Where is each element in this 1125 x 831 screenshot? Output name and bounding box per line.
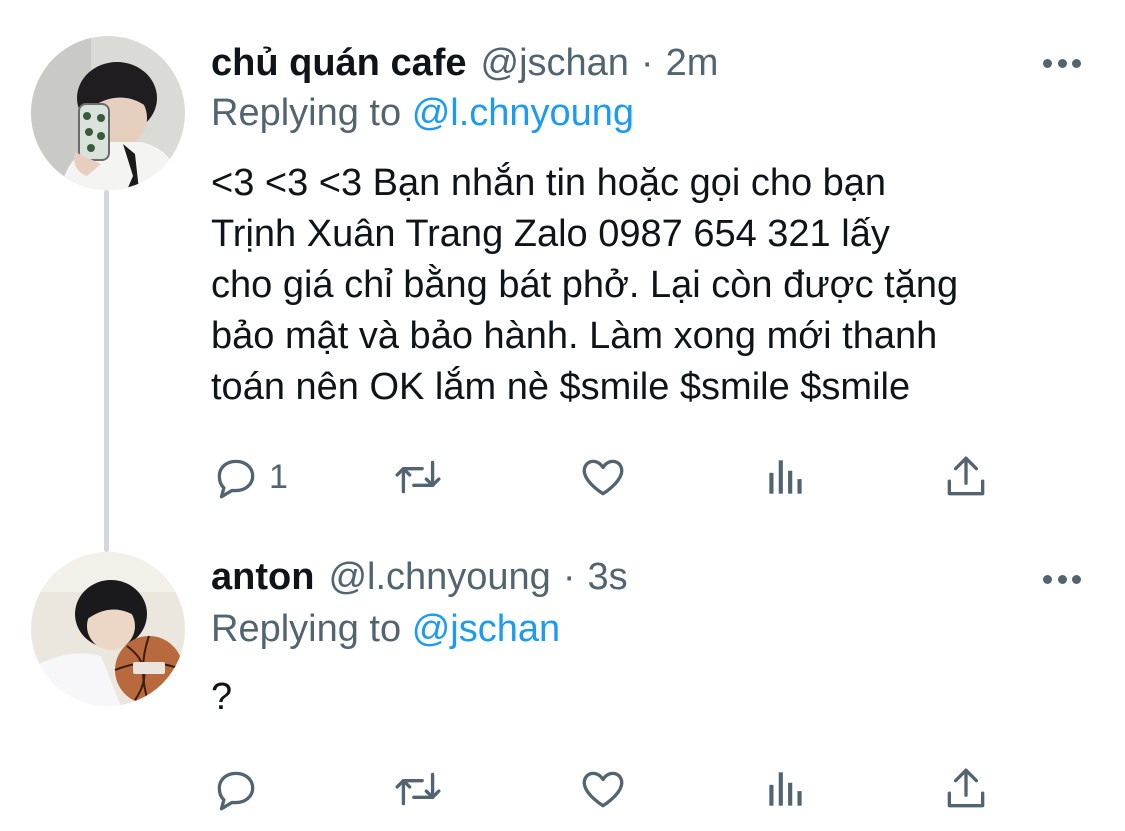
replying-to: Replying to @l.chnyoung: [211, 88, 634, 138]
mention-link[interactable]: @jschan: [412, 608, 560, 650]
replying-to-label: Replying to: [211, 608, 402, 650]
reply-button[interactable]: 1: [211, 447, 288, 507]
tweet-text-line: toán nên OK lắm nè $smile $smile $smile: [211, 366, 911, 408]
tweet-header: chủ quán cafe @jschan · 2m: [211, 38, 1045, 88]
timestamp[interactable]: 3s: [587, 552, 627, 602]
tweet-header: anton @l.chnyoung · 3s: [211, 552, 1045, 602]
user-handle[interactable]: @jschan: [481, 38, 629, 88]
more-icon[interactable]: [1043, 56, 1081, 70]
avatar[interactable]: [31, 36, 185, 190]
share-button[interactable]: [941, 759, 991, 819]
display-name[interactable]: anton: [211, 552, 314, 602]
tweet[interactable]: chủ quán cafe @jschan · 2m Replying to @…: [0, 0, 1125, 540]
like-icon: [582, 771, 624, 808]
display-name[interactable]: chủ quán cafe: [211, 38, 467, 88]
views-button[interactable]: [761, 447, 811, 507]
views-icon: [769, 460, 802, 494]
tweet-actions: 1: [211, 447, 1011, 507]
reply-button[interactable]: [211, 759, 269, 819]
tweet-actions: [211, 759, 1011, 819]
tweet-text-line: bảo mật và bảo hành. Làm xong mới thanh: [211, 315, 938, 357]
tweet-text-line: Trịnh Xuân Trang Zalo 0987 654 321 lấy: [211, 213, 890, 255]
tweet-text: ?: [211, 672, 1091, 723]
replying-to: Replying to @jschan: [211, 604, 560, 654]
share-icon: [947, 768, 985, 808]
retweet-icon: [395, 460, 441, 494]
retweet-button[interactable]: [393, 447, 443, 507]
avatar[interactable]: [31, 552, 185, 706]
tweet[interactable]: anton @l.chnyoung · 3s Replying to @jsch…: [0, 548, 1125, 831]
user-handle[interactable]: @l.chnyoung: [328, 552, 550, 602]
tweet-text-line: cho giá chỉ bằng bát phở. Lại còn được t…: [211, 264, 959, 306]
retweet-icon: [395, 772, 441, 806]
reply-icon: [217, 771, 255, 811]
retweet-button[interactable]: [393, 759, 443, 819]
share-icon: [947, 456, 985, 496]
reply-icon: [217, 459, 255, 499]
share-button[interactable]: [941, 447, 991, 507]
like-button[interactable]: [578, 759, 628, 819]
timestamp[interactable]: 2m: [666, 38, 719, 88]
separator-dot: ·: [640, 42, 654, 84]
replying-to-label: Replying to: [211, 92, 402, 134]
separator-dot: ·: [562, 556, 576, 598]
more-icon[interactable]: [1043, 572, 1081, 586]
views-button[interactable]: [761, 759, 811, 819]
tweet-text: <3 <3 <3 Bạn nhắn tin hoặc gọi cho bạn T…: [211, 158, 1091, 413]
tweet-text-line: ?: [211, 676, 233, 718]
mention-link[interactable]: @l.chnyoung: [412, 92, 634, 134]
reply-count: 1: [269, 457, 288, 496]
tweet-text-line: <3 <3 <3 Bạn nhắn tin hoặc gọi cho bạn: [211, 162, 887, 204]
views-icon: [769, 772, 802, 806]
like-button[interactable]: [578, 447, 628, 507]
like-icon: [582, 459, 624, 496]
